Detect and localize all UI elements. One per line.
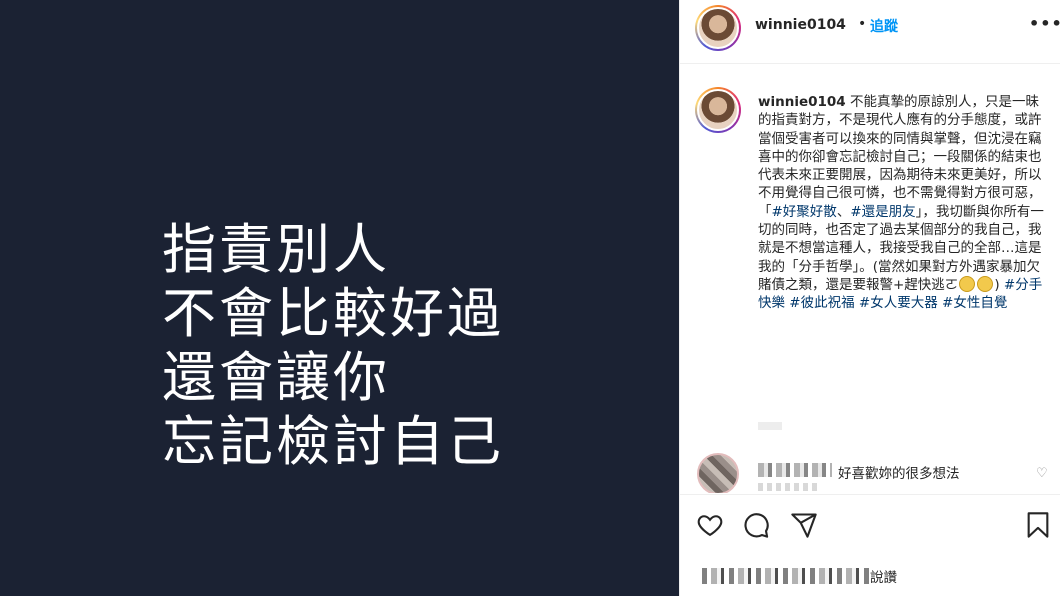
action-bar <box>680 494 1060 554</box>
caption-text: 不能真摯的原諒別人，只是一昧的指責對方，不是現代人應有的分手態度，或許當個受害者… <box>758 94 1042 220</box>
avatar-photo <box>697 89 739 131</box>
comment-meta-blurred <box>758 483 818 491</box>
heart-outline-icon[interactable]: ♡ <box>1036 466 1048 481</box>
avatar-photo <box>697 7 739 49</box>
header-username[interactable]: winnie0104 <box>755 17 846 33</box>
post-image-line: 忘記檢討自己 <box>162 410 504 473</box>
share-icon[interactable] <box>790 511 818 539</box>
post-image-line: 還會讓你 <box>162 346 390 409</box>
post-sidebar: winnie0104 • 追蹤 ••• winnie0104 不能真摯的原諒別人… <box>679 0 1060 596</box>
comment-text: 好喜歡妳的很多想法 <box>838 466 960 482</box>
caption-avatar[interactable] <box>695 87 741 133</box>
heart-icon[interactable] <box>696 511 724 539</box>
avatar[interactable] <box>695 5 741 51</box>
caption-username[interactable]: winnie0104 <box>758 94 846 110</box>
separator-dot: • <box>858 16 867 32</box>
caption-text: ) <box>994 276 1000 293</box>
comment-icon[interactable] <box>742 511 770 539</box>
post-caption: winnie0104 不能真摯的原諒別人，只是一昧的指責對方，不是現代人應有的分… <box>758 93 1048 313</box>
post-header: winnie0104 • 追蹤 ••• <box>680 0 1060 64</box>
hashtag-link[interactable]: #女性自覺 <box>942 295 1007 311</box>
hashtag-link[interactable]: #女人要大器 <box>859 295 938 311</box>
hashtag-link[interactable]: #彼此祝福 <box>789 295 854 311</box>
more-options-icon[interactable]: ••• <box>1029 14 1060 33</box>
caption-text: 、 <box>836 203 851 220</box>
commenter-avatar-blurred[interactable] <box>697 453 739 493</box>
post-image-line: 指責別人 <box>162 218 390 281</box>
hashtag-link[interactable]: #好聚好散 <box>772 204 837 220</box>
hashtag-link[interactable]: #還是朋友 <box>850 204 915 220</box>
bookmark-icon[interactable] <box>1024 511 1052 539</box>
likes-users-blurred[interactable] <box>702 568 870 584</box>
likes-row: 說讚 <box>680 556 1060 596</box>
follow-button[interactable]: 追蹤 <box>870 16 898 36</box>
comment-row: 好喜歡妳的很多想法 ♡ <box>680 453 1060 493</box>
likes-text: 說讚 <box>870 570 897 586</box>
caption-timestamp-blurred <box>758 422 782 430</box>
post-image-line: 不會比較好過 <box>162 282 504 345</box>
comments-section[interactable]: winnie0104 不能真摯的原諒別人，只是一昧的指責對方，不是現代人應有的分… <box>680 65 1060 493</box>
commenter-username-blurred[interactable] <box>758 463 832 477</box>
post-image-text: 指責別人 不會比較好過 還會讓你 忘記檢討自己 <box>162 218 504 474</box>
grinning-sweat-emoji-icon <box>959 275 976 292</box>
grinning-sweat-emoji-icon <box>977 275 994 292</box>
post-image: 指責別人 不會比較好過 還會讓你 忘記檢討自己 <box>0 0 679 596</box>
